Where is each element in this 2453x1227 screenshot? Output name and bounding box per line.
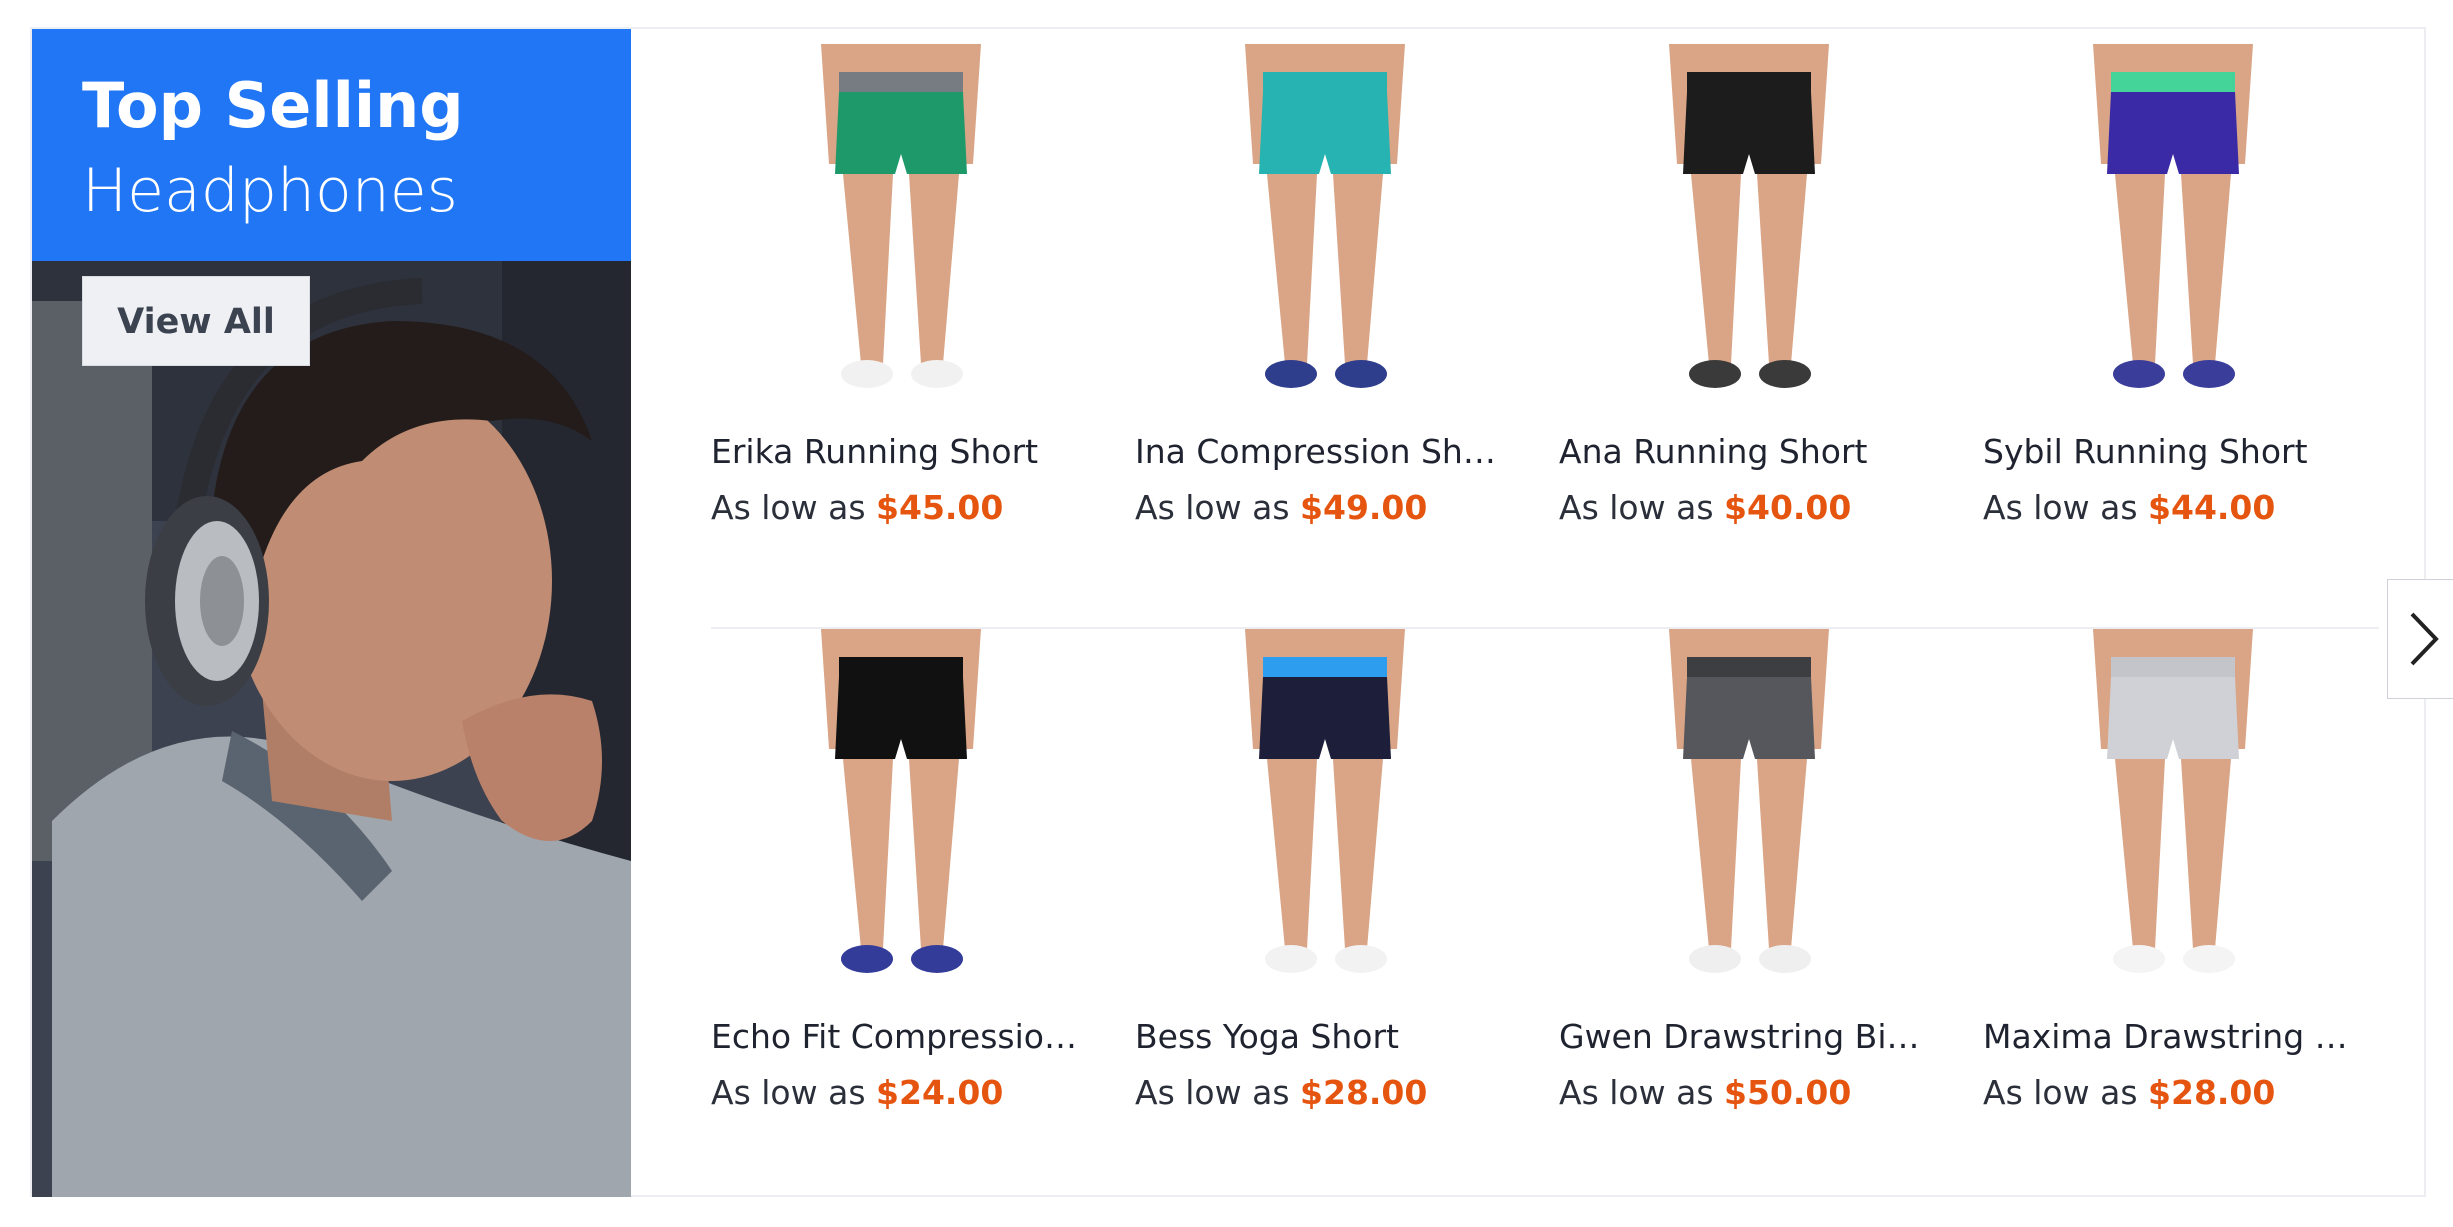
product-row: Echo Fit Compression Short As low as $24.…	[711, 629, 2379, 1189]
product-card[interactable]: Ana Running Short As low as $40.00	[1559, 44, 1949, 604]
product-image[interactable]	[2023, 629, 2323, 989]
product-name-link[interactable]: Ina Compression Short	[1135, 432, 1505, 471]
product-image[interactable]	[1599, 44, 1899, 404]
top-selling-widget: Top Selling Headphones View All Erika Ru…	[30, 27, 2453, 1197]
category-banner: Top Selling Headphones View All	[32, 29, 631, 1197]
product-price: $49.00	[1300, 488, 1428, 527]
product-price-line: As low as $28.00	[1135, 1073, 1427, 1112]
product-price: $44.00	[2148, 488, 2276, 527]
view-all-button[interactable]: View All	[82, 276, 310, 366]
product-card[interactable]: Maxima Drawstring Short As low as $28.00	[1983, 629, 2373, 1189]
banner-photo-man-with-headphones	[32, 261, 631, 1197]
price-prefix: As low as	[1135, 488, 1290, 527]
price-prefix: As low as	[1983, 1073, 2138, 1112]
product-price: $28.00	[2148, 1073, 2276, 1112]
product-row: Erika Running Short As low as $45.00 Ina C…	[711, 44, 2379, 604]
product-name-link[interactable]: Ana Running Short	[1559, 432, 1929, 471]
price-prefix: As low as	[711, 1073, 866, 1112]
product-card[interactable]: Erika Running Short As low as $45.00	[711, 44, 1101, 604]
product-price-line: As low as $40.00	[1559, 488, 1851, 527]
product-image[interactable]	[1175, 44, 1475, 404]
product-price: $28.00	[1300, 1073, 1428, 1112]
product-price-line: As low as $49.00	[1135, 488, 1427, 527]
product-card[interactable]: Bess Yoga Short As low as $28.00	[1135, 629, 1525, 1189]
product-name-link[interactable]: Sybil Running Short	[1983, 432, 2353, 471]
product-price-line: As low as $50.00	[1559, 1073, 1851, 1112]
product-price-line: As low as $28.00	[1983, 1073, 2275, 1112]
product-price: $24.00	[876, 1073, 1004, 1112]
product-price-line: As low as $24.00	[711, 1073, 1003, 1112]
product-price-line: As low as $44.00	[1983, 488, 2275, 527]
product-card[interactable]: Echo Fit Compression Short As low as $24.…	[711, 629, 1101, 1189]
product-price: $40.00	[1724, 488, 1852, 527]
product-name-link[interactable]: Gwen Drawstring Bike Short	[1559, 1017, 1929, 1056]
price-prefix: As low as	[1559, 488, 1714, 527]
price-prefix: As low as	[711, 488, 866, 527]
product-price-line: As low as $45.00	[711, 488, 1003, 527]
product-name-link[interactable]: Erika Running Short	[711, 432, 1081, 471]
product-card[interactable]: Gwen Drawstring Bike Short As low as $50.…	[1559, 629, 1949, 1189]
chevron-right-icon	[2410, 612, 2439, 666]
product-price: $45.00	[876, 488, 1004, 527]
product-image[interactable]	[751, 629, 1051, 989]
carousel-next-button[interactable]	[2387, 579, 2453, 699]
product-name-link[interactable]: Bess Yoga Short	[1135, 1017, 1505, 1056]
product-image[interactable]	[1175, 629, 1475, 989]
product-card[interactable]: Sybil Running Short As low as $44.00	[1983, 44, 2373, 604]
product-image[interactable]	[751, 44, 1051, 404]
banner-title: Top Selling	[82, 69, 464, 142]
product-name-link[interactable]: Echo Fit Compression Short	[711, 1017, 1081, 1056]
product-card[interactable]: Ina Compression Short As low as $49.00	[1135, 44, 1525, 604]
product-name-link[interactable]: Maxima Drawstring Short	[1983, 1017, 2353, 1056]
price-prefix: As low as	[1135, 1073, 1290, 1112]
product-image[interactable]	[2023, 44, 2323, 404]
banner-subtitle: Headphones	[82, 156, 458, 226]
product-price: $50.00	[1724, 1073, 1852, 1112]
product-image[interactable]	[1599, 629, 1899, 989]
price-prefix: As low as	[1983, 488, 2138, 527]
banner-header: Top Selling Headphones	[32, 29, 631, 261]
price-prefix: As low as	[1559, 1073, 1714, 1112]
